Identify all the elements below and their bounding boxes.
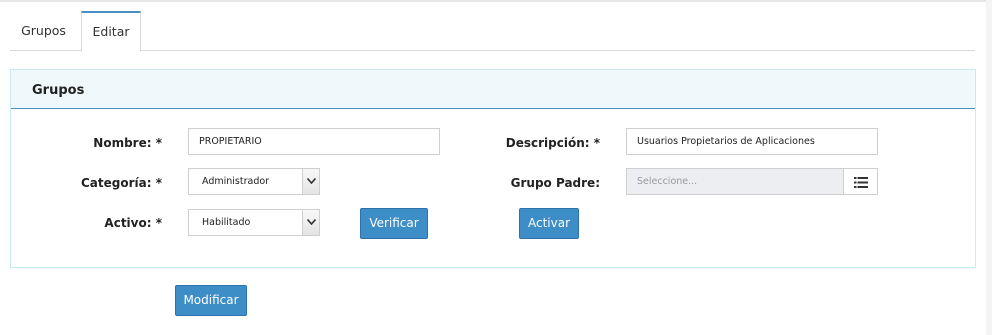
tab-bar: Grupos Editar — [10, 11, 975, 52]
verificar-button[interactable]: Verificar — [360, 208, 428, 239]
panel-title: Grupos — [32, 83, 85, 98]
categoria-select[interactable]: Administrador — [188, 168, 320, 195]
grupo-padre-label: Grupo Padre: — [510, 176, 600, 190]
nombre-label: Nombre: * — [93, 136, 162, 150]
tab-grupos[interactable]: Grupos — [10, 11, 77, 51]
activar-button[interactable]: Activar — [519, 208, 579, 239]
descripcion-label: Descripción: * — [505, 136, 600, 150]
activo-select-value: Habilitado — [202, 217, 251, 228]
grupo-padre-input[interactable]: Seleccione... — [626, 168, 844, 195]
modificar-button[interactable]: Modificar — [175, 285, 247, 316]
activo-select[interactable]: Habilitado — [188, 209, 320, 236]
grupo-padre-list-button[interactable] — [843, 168, 878, 195]
top-border — [0, 0, 992, 2]
chevron-down-icon[interactable] — [302, 210, 319, 235]
activo-label: Activo: * — [104, 216, 162, 230]
form-panel: Grupos Nombre: * PROPIETARIO Descripción… — [10, 69, 976, 268]
list-icon — [854, 177, 868, 188]
descripcion-input[interactable]: Usuarios Propietarios de Aplicaciones — [626, 128, 878, 155]
chevron-down-icon[interactable] — [302, 169, 319, 194]
tab-editar[interactable]: Editar — [81, 11, 141, 52]
categoria-label: Categoría: * — [81, 176, 162, 190]
scrollbar-track[interactable] — [986, 0, 992, 335]
categoria-select-value: Administrador — [202, 176, 270, 187]
nombre-input[interactable]: PROPIETARIO — [188, 128, 440, 155]
panel-header: Grupos — [11, 70, 975, 109]
